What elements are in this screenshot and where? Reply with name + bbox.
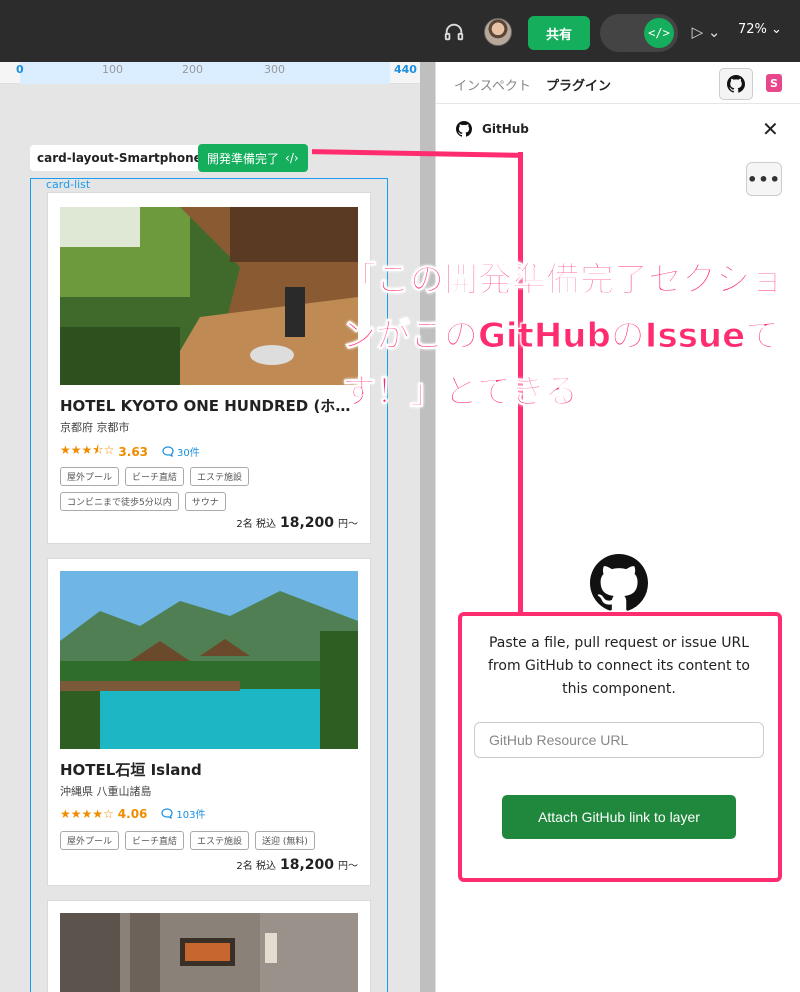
panel-tabs: インスペクト プラグイン S [436, 62, 800, 104]
ruler-label: 300 [264, 63, 285, 76]
ruler-label: 440 [394, 63, 417, 76]
tab-plugin[interactable]: プラグイン [546, 75, 611, 94]
comment-icon [161, 808, 174, 819]
close-icon[interactable]: ✕ [762, 117, 779, 141]
rating-row: ★★★⯪☆ 3.63 30件 [60, 441, 200, 462]
rating-row: ★★★★☆ 4.06 103件 [60, 806, 206, 822]
zoom-dropdown[interactable]: 72% ⌄ [738, 22, 782, 37]
annotation-box [458, 612, 782, 882]
canvas-scroll-divider [420, 62, 435, 992]
share-button[interactable]: 共有 [528, 16, 590, 50]
hotel-location: 沖縄県 八重山諸島 [60, 785, 152, 798]
comment-icon [162, 446, 174, 457]
price-suffix: 円〜 [338, 519, 358, 530]
review-count: 30件 [162, 444, 200, 459]
more-options-button[interactable]: ••• [746, 162, 782, 196]
amenity-tag: ビーチ直結 [125, 831, 185, 850]
hotel-card[interactable]: HOTEL KYOTO ONE HUNDRED (ホテル… 京都府 京都市 ★★… [47, 192, 371, 544]
rating-score: 4.06 [117, 806, 148, 821]
annotation-text: 「この開発準備完了セクションがこのGitHubのIssueです！」とできる [342, 260, 785, 413]
ruler-selection [20, 62, 390, 84]
amenity-tag: 屋外プール [60, 467, 120, 486]
review-count: 103件 [161, 806, 206, 821]
play-button[interactable]: ▷ ⌄ [686, 20, 726, 44]
hotel-photo [60, 913, 358, 992]
amenity-tag: 屋外プール [60, 831, 120, 850]
price-value: 18,200 [279, 857, 334, 873]
hotel-name: HOTEL KYOTO ONE HUNDRED (ホテル… [60, 397, 358, 415]
review-count-label: 103件 [176, 810, 206, 821]
hotel-photo [60, 207, 358, 385]
horizontal-ruler: 0 100 200 300 440 [0, 62, 420, 84]
amenity-tag: 送迎 (無料) [255, 831, 315, 850]
ruler-label: 200 [182, 63, 203, 76]
star-rating-icon: ★★★★☆ [60, 806, 114, 821]
amenity-tag: エステ施設 [190, 831, 250, 850]
amenity-tag: サウナ [184, 492, 226, 511]
hotel-location: 京都府 京都市 [60, 421, 130, 434]
review-count-label: 30件 [177, 448, 200, 459]
price-value: 18,200 [279, 515, 334, 531]
code-icon: </> [644, 18, 674, 48]
storybook-icon[interactable]: S [766, 74, 782, 92]
price-row: 2名 税込 18,200 円〜 [236, 515, 358, 531]
plugin-title: GitHub [482, 122, 529, 136]
ruler-label: 100 [102, 63, 123, 76]
github-icon [727, 75, 745, 93]
price-suffix: 円〜 [338, 861, 358, 872]
price-row: 2名 税込 18,200 円〜 [236, 857, 358, 873]
amenity-tags: 屋外プール ビーチ直結 エステ施設 送迎 (無料) [60, 831, 358, 850]
amenity-tags: 屋外プール ビーチ直結 エステ施設 コンビニまで徒歩5分以内 サウナ [60, 467, 358, 511]
star-rating-icon: ★★★⯪☆ [60, 443, 115, 457]
price-meta: 2名 税込 [236, 861, 276, 872]
card-list-label: card-list [46, 178, 91, 191]
tab-inspect[interactable]: インスペクト [454, 75, 531, 94]
hotel-card[interactable] [47, 900, 371, 992]
ready-badge-label: 開発準備完了 [207, 151, 280, 166]
github-logo-icon [590, 554, 648, 611]
top-toolbar: 共有 </> ▷ ⌄ 72% ⌄ [0, 0, 800, 62]
rating-score: 3.63 [118, 444, 149, 459]
amenity-tag: エステ施設 [190, 467, 250, 486]
frame-name-label[interactable]: card-layout-Smartphone [30, 145, 209, 171]
avatar[interactable] [484, 18, 512, 46]
hotel-card[interactable]: HOTEL石垣 Island 沖縄県 八重山諸島 ★★★★☆ 4.06 103件… [47, 558, 371, 886]
ruler-label: 0 [16, 63, 24, 76]
price-meta: 2名 税込 [236, 519, 276, 530]
hotel-photo [60, 571, 358, 749]
amenity-tag: コンビニまで徒歩5分以内 [60, 492, 179, 511]
github-plugin-button[interactable] [719, 68, 753, 100]
hotel-name: HOTEL石垣 Island [60, 761, 202, 779]
amenity-tag: ビーチ直結 [125, 467, 185, 486]
github-icon [456, 121, 472, 137]
code-icon: ‹/› [285, 151, 299, 165]
dev-mode-toggle[interactable]: </> [600, 14, 678, 52]
ready-for-dev-badge[interactable]: 開発準備完了 ‹/› [198, 144, 308, 172]
headphones-icon[interactable] [440, 18, 468, 46]
